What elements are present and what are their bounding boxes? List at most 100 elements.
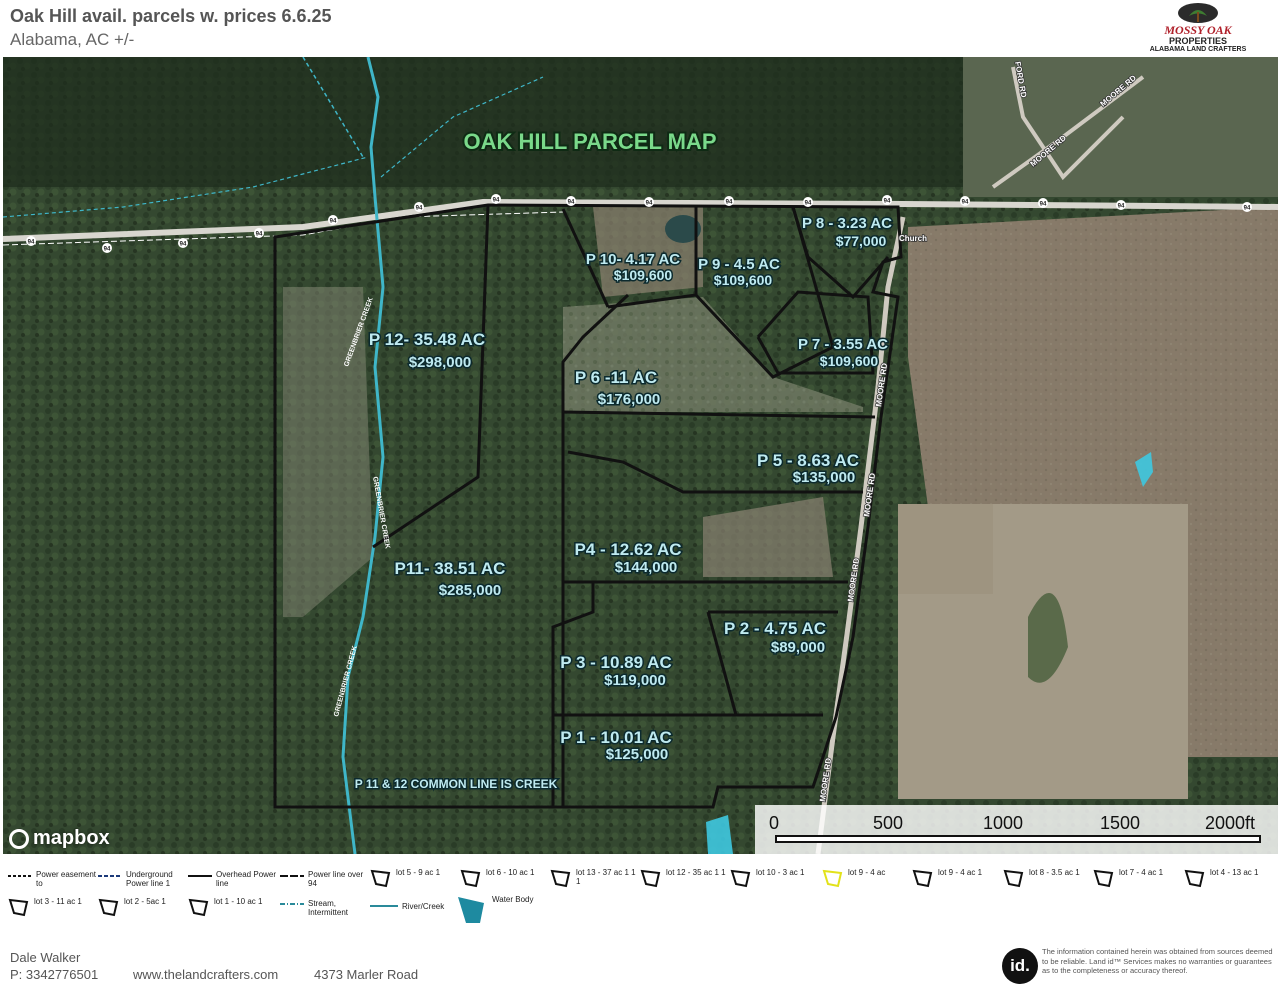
legend-item: Overhead Power line bbox=[188, 870, 278, 888]
disclaimer: The information contained herein was obt… bbox=[1042, 947, 1273, 975]
route-94-label: 94 bbox=[646, 201, 653, 207]
map-heading: OAK HILL PARCEL MAP bbox=[463, 129, 716, 154]
p7-name: P 7 - 3.55 AC bbox=[798, 336, 888, 353]
p1-price: $125,000 bbox=[606, 746, 669, 763]
p7-price: $109,600 bbox=[820, 353, 879, 369]
underground-line-icon bbox=[98, 875, 122, 877]
legend-item: lot 5 - 9 ac 1 bbox=[370, 868, 458, 888]
leaf-icon bbox=[1178, 3, 1218, 23]
route-94-label: 94 bbox=[1040, 202, 1047, 208]
lot-polygon-icon bbox=[1003, 869, 1024, 888]
power-line-over-94-icon bbox=[280, 875, 304, 877]
logo-tagline: ALABAMA LAND CRAFTERS bbox=[1149, 46, 1247, 53]
route-94-label: 94 bbox=[962, 200, 969, 206]
scale-label-0: 0 bbox=[769, 813, 780, 833]
stream-line-icon bbox=[280, 903, 304, 905]
dashed-line-icon bbox=[8, 875, 32, 877]
landid-logo: id. bbox=[1002, 948, 1038, 984]
route-94-label: 94 bbox=[180, 242, 187, 248]
lot-polygon-icon bbox=[1184, 869, 1205, 888]
route-94-label: 94 bbox=[884, 199, 891, 205]
route-94-label: 94 bbox=[568, 200, 575, 206]
legend-item: lot 12 - 35 ac 1 1 bbox=[640, 868, 728, 888]
mapbox-icon bbox=[9, 828, 29, 849]
route-94-label: 94 bbox=[1244, 206, 1251, 212]
header: Oak Hill avail. parcels w. prices 6.6.25… bbox=[0, 0, 1280, 56]
north-forest bbox=[3, 57, 963, 187]
p12-name: P 12- 35.48 AC bbox=[369, 330, 485, 349]
legend-item: lot 13 - 37 ac 1 1 1 bbox=[550, 868, 638, 888]
legend-item: Underground Power line 1 bbox=[98, 870, 188, 888]
p9-name: P 9 - 4.5 AC bbox=[698, 256, 780, 273]
lot-polygon-icon bbox=[188, 898, 209, 917]
legend-item: Stream, Intermittent bbox=[280, 899, 370, 917]
lot-polygon-icon bbox=[550, 869, 571, 888]
map-subtitle: Alabama, AC +/- bbox=[10, 30, 135, 49]
agent-phone[interactable]: P: 3342776501 bbox=[10, 967, 98, 982]
p4-name: P4 - 12.62 AC bbox=[574, 540, 681, 559]
legend-item: River/Creek bbox=[370, 902, 464, 912]
legend-item: lot 8 - 3.5 ac 1 bbox=[1003, 868, 1091, 888]
lot-polygon-icon bbox=[8, 898, 29, 917]
route-94-label: 94 bbox=[256, 232, 263, 238]
scale-bar-line bbox=[775, 835, 1261, 843]
river-line-icon bbox=[370, 905, 398, 907]
route-94-label: 94 bbox=[805, 201, 812, 207]
route-94-label: 94 bbox=[104, 247, 111, 253]
p9-price: $109,600 bbox=[714, 272, 773, 288]
satellite-map[interactable]: 94 94 94 94 94 94 94 94 94 94 94 94 94 94 94 94 MOORE R… bbox=[3, 57, 1278, 854]
common-line-note: P 11 & 12 COMMON LINE IS CREEK bbox=[355, 777, 558, 791]
p11-name: P11- 38.51 AC bbox=[395, 559, 506, 578]
map-canvas: 94949494949494 94 94 94 94 94 94 94 94 94 MOORE R… bbox=[3, 57, 1278, 854]
p8-name: P 8 - 3.23 AC bbox=[802, 215, 892, 232]
legend-item: lot 2 - 5ac 1 bbox=[98, 897, 186, 917]
scale-label-500: 500 bbox=[873, 813, 904, 833]
legend-item: Power line over 94 bbox=[280, 870, 370, 888]
map-legend: Power easement to Underground Power line… bbox=[0, 862, 1280, 924]
lot-polygon-yellow-icon bbox=[822, 869, 843, 888]
p6-name: P 6 -11 AC bbox=[575, 368, 657, 387]
logo-brand: MOSSY OAK bbox=[1164, 23, 1232, 37]
legend-item: lot 4 - 13 ac 1 bbox=[1184, 868, 1266, 888]
legend-item: lot 3 - 11 ac 1 bbox=[8, 897, 96, 917]
lot-polygon-icon bbox=[1093, 869, 1114, 888]
mapbox-text: mapbox bbox=[33, 827, 110, 849]
mapbox-attribution[interactable]: mapbox bbox=[9, 827, 110, 850]
p10-price: $109,600 bbox=[614, 267, 673, 283]
lot-polygon-icon bbox=[460, 869, 481, 888]
p3-name: P 3 - 10.89 AC bbox=[560, 653, 672, 672]
p1-name: P 1 - 10.01 AC bbox=[560, 728, 672, 747]
mossy-oak-logo: MOSSY OAK PROPERTIES ALABAMA LAND CRAFTE… bbox=[1138, 2, 1258, 54]
overhead-line-icon bbox=[188, 875, 212, 877]
pasture-patch bbox=[898, 504, 993, 594]
legend-item: lot 9 - 4 ac bbox=[822, 868, 910, 888]
church-label: Church bbox=[899, 234, 927, 243]
scale-label-2000: 2000ft bbox=[1205, 813, 1256, 833]
lot-polygon-icon bbox=[370, 869, 391, 888]
legend-item: lot 7 - 4 ac 1 bbox=[1093, 868, 1181, 888]
map-title: Oak Hill avail. parcels w. prices 6.6.25 bbox=[10, 6, 332, 26]
lot-polygon-icon bbox=[98, 898, 119, 917]
p3-price: $119,000 bbox=[604, 672, 666, 689]
legend-item: lot 1 - 10 ac 1 bbox=[188, 897, 276, 917]
lot-polygon-icon bbox=[730, 869, 751, 888]
p5-name: P 5 - 8.63 AC bbox=[757, 451, 859, 470]
route-94-label: 94 bbox=[1118, 204, 1125, 210]
route-94-label: 94 bbox=[493, 198, 500, 204]
lot-polygon-icon bbox=[912, 869, 933, 888]
legend-item: Power easement to bbox=[8, 870, 98, 888]
p2-name: P 2 - 4.75 AC bbox=[724, 619, 826, 638]
logo-properties: PROPERTIES bbox=[1168, 36, 1227, 46]
lot-polygon-icon bbox=[640, 869, 661, 888]
legend-item: lot 6 - 10 ac 1 bbox=[460, 868, 548, 888]
route-94-label: 94 bbox=[726, 200, 733, 206]
route-94-label: 94 bbox=[416, 206, 423, 212]
agent-name: Dale Walker bbox=[10, 950, 81, 965]
p5-price: $135,000 bbox=[793, 469, 856, 486]
scale-label-1000: 1000 bbox=[983, 813, 1024, 833]
legend-item: lot 9 - 4 ac 1 bbox=[912, 868, 1000, 888]
agent-website[interactable]: www.thelandcrafters.com bbox=[133, 967, 278, 982]
route-94-label: 94 bbox=[28, 240, 35, 246]
p10-name: P 10- 4.17 AC bbox=[586, 251, 680, 268]
p11-price: $285,000 bbox=[439, 582, 502, 599]
